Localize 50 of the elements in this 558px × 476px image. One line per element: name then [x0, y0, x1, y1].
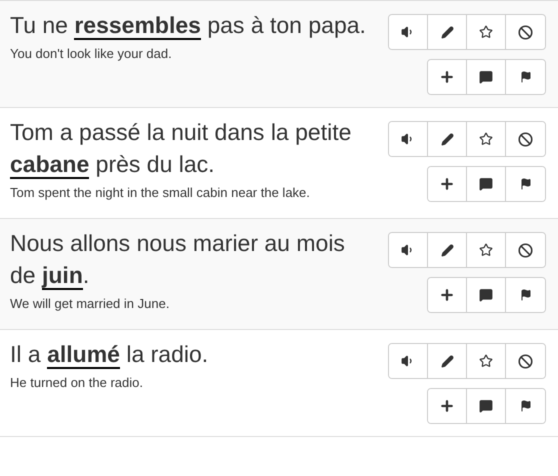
flag-icon — [520, 178, 532, 190]
flag-icon — [520, 71, 532, 83]
audio-button[interactable] — [389, 344, 428, 378]
translation: We will get married in June. — [10, 295, 170, 313]
audio-button[interactable] — [389, 122, 428, 156]
edit-button[interactable] — [428, 233, 467, 267]
sentence: Tu ne ressembles pas à ton papa. — [10, 11, 367, 41]
pencil-icon — [440, 354, 454, 368]
flag-icon — [520, 400, 532, 412]
translation: You don't look like your dad. — [10, 45, 173, 63]
star-icon — [479, 354, 493, 368]
flag-button[interactable] — [506, 60, 545, 94]
add-button[interactable] — [428, 389, 467, 423]
ban-icon — [518, 354, 533, 368]
plus-icon — [439, 287, 455, 303]
plus-icon — [439, 176, 455, 192]
star-icon — [479, 243, 493, 257]
flag-button[interactable] — [506, 278, 545, 312]
speech-bubble-icon — [479, 399, 493, 413]
flag-icon — [520, 289, 532, 301]
add-button[interactable] — [428, 60, 467, 94]
audio-button[interactable] — [389, 15, 428, 49]
ban-icon — [518, 242, 533, 258]
comment-button[interactable] — [467, 278, 506, 312]
add-button[interactable] — [428, 278, 467, 312]
ban-icon — [518, 24, 533, 40]
plus-icon — [439, 398, 455, 414]
star-icon — [479, 25, 493, 39]
sentence: Il a allumé la radio. — [10, 340, 210, 370]
comment-button[interactable] — [467, 60, 506, 94]
add-button[interactable] — [428, 167, 467, 201]
block-button[interactable] — [506, 233, 545, 267]
pencil-icon — [440, 132, 454, 146]
translation: He turned on the radio. — [10, 374, 144, 392]
ban-icon — [518, 132, 533, 146]
speech-bubble-icon — [479, 70, 493, 84]
translation: Tom spent the night in the small cabin near the lake. — [10, 184, 311, 202]
star-icon — [479, 132, 493, 146]
sentence: Nous allons nous marier au mois de juin. — [10, 229, 346, 291]
speech-bubble-icon — [479, 288, 493, 302]
pencil-icon — [440, 26, 454, 38]
plus-icon — [439, 69, 455, 85]
speech-bubble-icon — [479, 177, 493, 191]
pencil-icon — [440, 244, 454, 256]
favorite-button[interactable] — [467, 233, 506, 267]
favorite-button[interactable] — [467, 15, 506, 49]
audio-button[interactable] — [389, 233, 428, 267]
block-button[interactable] — [506, 15, 545, 49]
sentence: Tom a passé la nuit dans la petite cabane près du lac. — [10, 118, 352, 180]
edit-button[interactable] — [428, 15, 467, 49]
